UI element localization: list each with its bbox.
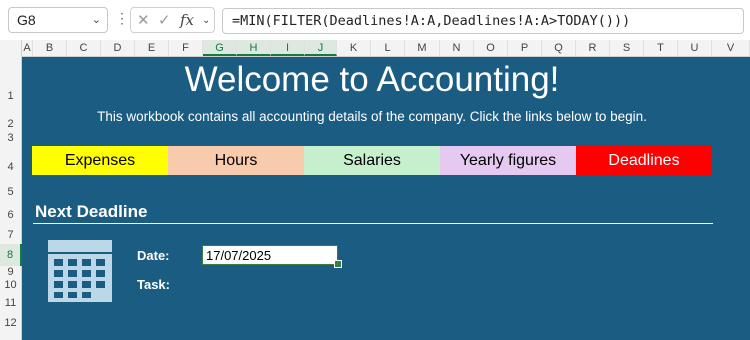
chevron-down-icon[interactable]: ⌄: [202, 15, 210, 26]
link-salaries[interactable]: Salaries: [304, 146, 440, 175]
column-header-d[interactable]: D: [101, 40, 135, 56]
column-header-q[interactable]: Q: [542, 40, 576, 56]
column-header-a[interactable]: A: [22, 40, 33, 56]
row-header-12[interactable]: 12: [0, 314, 21, 332]
name-box[interactable]: G8 ⌄: [8, 7, 108, 33]
formula-input[interactable]: =MIN(FILTER(Deadlines!A:A,Deadlines!A:A>…: [222, 8, 744, 34]
date-value: 17/07/2025: [206, 248, 272, 263]
page-title: Welcome to Accounting!: [184, 60, 560, 99]
column-header-u[interactable]: U: [678, 40, 712, 56]
link-yearly-figures[interactable]: Yearly figures: [440, 146, 576, 175]
column-header-m[interactable]: M: [405, 40, 440, 56]
column-header-s[interactable]: S: [610, 40, 644, 56]
row-header-1[interactable]: 1: [0, 76, 21, 116]
row-header-10[interactable]: 10: [0, 276, 21, 294]
link-expenses[interactable]: Expenses: [32, 146, 168, 175]
column-header-n[interactable]: N: [440, 40, 474, 56]
chevron-down-icon[interactable]: ⌄: [92, 13, 101, 26]
row-header: 1 2 3 4 5 6 7 8 9 10 11 12: [0, 56, 22, 340]
row-header-8[interactable]: 8: [0, 244, 22, 266]
row-header-7[interactable]: 7: [0, 228, 21, 242]
column-header-l[interactable]: L: [371, 40, 405, 56]
column-header-i[interactable]: I: [271, 40, 305, 56]
check-icon[interactable]: ✓: [158, 11, 171, 29]
worksheet-area[interactable]: Welcome to Accounting! This workbook con…: [22, 57, 750, 340]
row-header-2[interactable]: 2: [0, 116, 21, 132]
page-subtitle: This workbook contains all accounting de…: [97, 109, 647, 124]
column-header-g[interactable]: G: [203, 40, 237, 56]
section-title: Next Deadline: [35, 202, 148, 221]
select-all-corner[interactable]: [0, 40, 22, 56]
fill-handle[interactable]: [334, 260, 342, 268]
column-header: A B C D E F G H I J K L M N O P Q R S T …: [0, 40, 750, 57]
column-header-e[interactable]: E: [135, 40, 169, 56]
column-header-t[interactable]: T: [644, 40, 678, 56]
formula-bar: G8 ⌄ ⋮ ✕ ✓ fx ⌄ =MIN(FILTER(Deadlines!A:…: [0, 0, 750, 41]
row-header-11[interactable]: 11: [0, 294, 21, 312]
column-header-p[interactable]: P: [508, 40, 542, 56]
task-label: Task:: [137, 277, 170, 292]
column-header-b[interactable]: B: [33, 40, 67, 56]
name-box-value: G8: [17, 12, 36, 28]
row-header-3[interactable]: 3: [0, 132, 21, 144]
column-header-j[interactable]: J: [305, 40, 337, 56]
cancel-icon[interactable]: ✕: [137, 11, 150, 29]
row-header-6[interactable]: 6: [0, 204, 21, 226]
link-hours[interactable]: Hours: [168, 146, 304, 175]
row-header-5[interactable]: 5: [0, 184, 21, 200]
column-header-v[interactable]: V: [712, 40, 750, 56]
formula-text: =MIN(FILTER(Deadlines!A:A,Deadlines!A:A>…: [232, 13, 631, 29]
formula-actions: ✕ ✓ fx ⌄: [130, 7, 215, 33]
calendar-icon: [48, 240, 112, 302]
column-header-r[interactable]: R: [576, 40, 610, 56]
section-divider: [33, 223, 713, 224]
date-cell-selected[interactable]: 17/07/2025: [202, 245, 338, 265]
column-header-o[interactable]: O: [474, 40, 508, 56]
column-header-k[interactable]: K: [337, 40, 371, 56]
more-options-icon[interactable]: ⋮: [115, 10, 129, 27]
link-deadlines[interactable]: Deadlines: [576, 146, 712, 175]
insert-function-icon[interactable]: fx: [180, 11, 194, 29]
column-header-f[interactable]: F: [169, 40, 203, 56]
date-label: Date:: [137, 248, 170, 263]
column-header-h[interactable]: H: [237, 40, 271, 56]
column-header-c[interactable]: C: [67, 40, 101, 56]
row-header-4[interactable]: 4: [0, 150, 21, 184]
